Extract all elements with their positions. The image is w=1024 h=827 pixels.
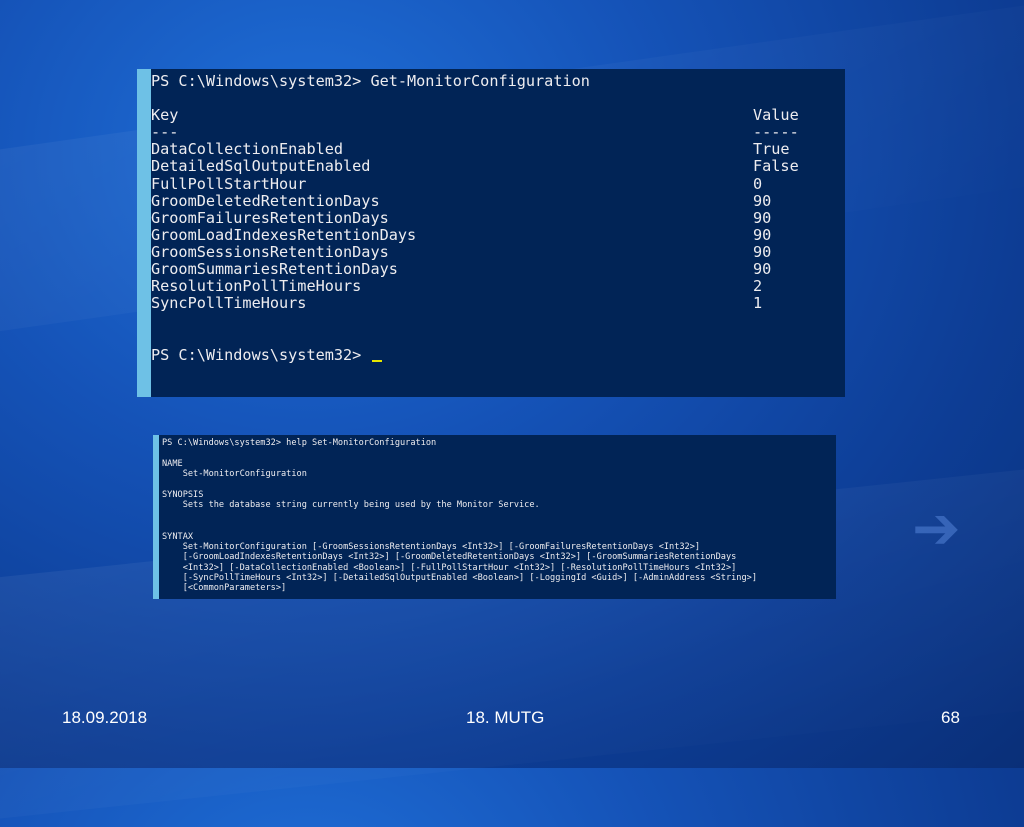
table-row: ResolutionPollTimeHours 2 — [151, 278, 835, 295]
row-key: GroomDeletedRetentionDays — [151, 191, 380, 210]
column-header-key: Key — [151, 106, 179, 125]
table-row: GroomLoadIndexesRetentionDays 90 — [151, 225, 835, 244]
column-header-value: Value — [753, 106, 799, 125]
row-value: 1 — [753, 294, 763, 313]
help-line — [162, 480, 832, 490]
help-line: Set-MonitorConfiguration — [162, 469, 307, 480]
row-value: 90 — [753, 208, 772, 227]
help-line: <Int32>] [-DataCollectionEnabled <Boolea… — [162, 562, 737, 573]
text-cursor — [372, 359, 383, 362]
table-row: DetailedSqlOutputEnabled False — [151, 158, 835, 175]
table-row: SyncPollTimeHours 1 — [151, 295, 835, 312]
row-key: ResolutionPollTimeHours — [151, 277, 362, 296]
row-key: DetailedSqlOutputEnabled — [151, 157, 371, 176]
powershell-window-help[interactable]: PS C:\Windows\system32> help Set-Monitor… — [153, 435, 836, 599]
arrow-right-icon: ➔ — [912, 494, 961, 562]
row-value: 2 — [753, 277, 763, 296]
help-line: Set-MonitorConfiguration [-GroomSessions… — [162, 541, 701, 552]
help-line — [162, 511, 832, 521]
row-value: 0 — [753, 174, 763, 193]
table-row: GroomSessionsRetentionDays 90 — [151, 242, 835, 261]
row-key: GroomSessionsRetentionDays — [151, 242, 389, 261]
row-key: DataCollectionEnabled — [151, 140, 344, 159]
row-key: FullPollStartHour — [151, 174, 307, 193]
prompt-text: PS C:\Windows\system32> — [151, 345, 371, 364]
table-header: Key Value — [151, 107, 835, 124]
prompt-command-line: PS C:\Windows\system32> Get-MonitorConfi… — [151, 72, 590, 90]
help-line: Sets the database string currently being… — [162, 500, 540, 511]
help-line: [-SyncPollTimeHours <Int32>] [-DetailedS… — [162, 573, 757, 584]
help-command-line: PS C:\Windows\system32> help Set-Monitor… — [162, 438, 437, 448]
divider-key: --- — [151, 123, 179, 142]
row-value: 90 — [753, 225, 772, 244]
help-section-heading: SYNTAX — [162, 531, 194, 542]
row-key: GroomFailuresRetentionDays — [151, 208, 389, 227]
row-key: SyncPollTimeHours — [151, 294, 307, 313]
table-row: GroomDeletedRetentionDays 90 — [151, 191, 835, 210]
row-value: 90 — [753, 242, 772, 261]
help-section-heading: NAME — [162, 458, 183, 469]
row-value: True — [753, 140, 790, 159]
help-line: [-GroomLoadIndexesRetentionDays <Int32>]… — [162, 552, 737, 563]
row-value: False — [753, 157, 799, 176]
help-section-heading: SYNOPSIS — [162, 489, 204, 500]
help-line — [162, 521, 832, 531]
divider-value: ----- — [753, 123, 799, 142]
table-row: FullPollStartHour 0 — [151, 174, 835, 193]
help-line — [162, 448, 832, 458]
console-output: PS C:\Windows\system32> Get-MonitorConfi… — [151, 72, 835, 364]
table-row: GroomFailuresRetentionDays 90 — [151, 208, 835, 227]
table-divider: --- ----- — [151, 124, 835, 141]
window-accent-bar — [137, 69, 151, 397]
prompt-line[interactable]: PS C:\Windows\system32> — [151, 345, 835, 364]
footer-title: 18. MUTG — [466, 708, 545, 727]
footer-page-number: 68 — [941, 708, 960, 727]
help-line: [<CommonParameters>] — [162, 583, 287, 594]
row-value: 90 — [753, 191, 772, 210]
table-row: DataCollectionEnabled True — [151, 141, 835, 158]
row-value: 90 — [753, 260, 772, 279]
footer-date: 18.09.2018 — [62, 708, 148, 727]
help-output: PS C:\Windows\system32> help Set-Monitor… — [162, 438, 832, 594]
powershell-window-get-config[interactable]: PS C:\Windows\system32> Get-MonitorConfi… — [137, 69, 845, 397]
row-key: GroomSummariesRetentionDays — [151, 260, 398, 279]
row-key: GroomLoadIndexesRetentionDays — [151, 225, 417, 244]
window-accent-bar — [153, 435, 159, 599]
table-row: GroomSummariesRetentionDays 90 — [151, 260, 835, 279]
